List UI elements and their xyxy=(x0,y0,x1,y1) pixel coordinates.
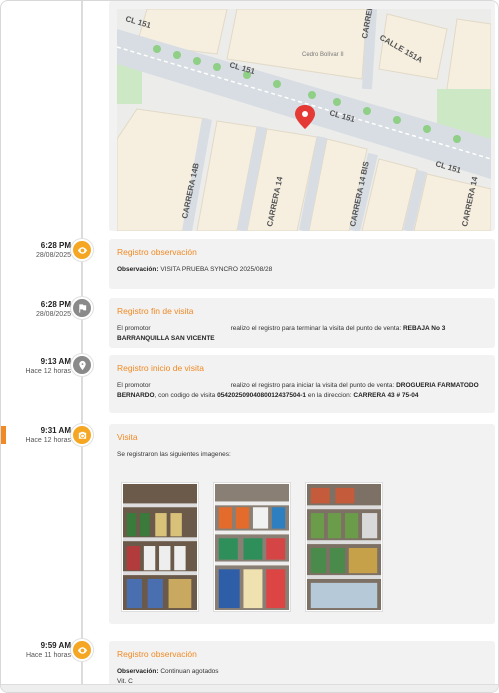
shelf-photo[interactable] xyxy=(305,482,383,612)
map-poi-label: Cedro Bolívar II xyxy=(302,52,344,58)
flag-icon xyxy=(71,297,93,319)
event-body: Observación: VISITA PRUEBA SYNCRO 2025/0… xyxy=(117,266,273,273)
shelf-photo[interactable] xyxy=(213,482,291,612)
timeline-panel: CL 151 CL 151 CL 151 CL 151 CALLE 151A C… xyxy=(0,0,499,693)
event-card-end-visit: Registro fin de visita El promotor realiz… xyxy=(109,298,495,348)
event-title: Registro fin de visita xyxy=(117,306,194,316)
event-time: 9:13 AM Hace 12 horas xyxy=(25,357,71,375)
timeline-line xyxy=(81,1,83,692)
eye-icon xyxy=(71,639,93,661)
event-title: Registro observación xyxy=(117,247,197,257)
event-body: Se registraron las siguientes imagenes: xyxy=(117,451,231,458)
eye-icon xyxy=(71,239,93,261)
event-card-visit-images: Visita Se registraron las siguientes ima… xyxy=(109,424,495,624)
horizontal-scrollbar[interactable] xyxy=(1,684,498,692)
event-title: Registro inicio de visita xyxy=(117,363,204,373)
event-time: 6:28 PM 28/08/2025 xyxy=(35,300,71,318)
event-title: Registro observación xyxy=(117,649,197,659)
image-gallery xyxy=(117,482,487,612)
camera-icon xyxy=(71,424,93,446)
shelf-photo[interactable] xyxy=(121,482,199,612)
event-body: El promotor realizo el registro para inic… xyxy=(117,382,479,399)
event-body: El promotor realizo el registro para term… xyxy=(117,325,446,342)
event-title: Visita xyxy=(117,432,138,442)
event-time: 9:59 AM Hace 11 horas xyxy=(25,641,71,659)
event-card-start-visit: Registro inicio de visita El promotor rea… xyxy=(109,355,495,413)
map-view[interactable]: CL 151 CL 151 CL 151 CL 151 CALLE 151A C… xyxy=(117,9,491,231)
map-card: CL 151 CL 151 CL 151 CL 151 CALLE 151A C… xyxy=(109,1,495,231)
event-card-observation: Registro observación Observación: VISITA… xyxy=(109,239,495,289)
location-pin-icon xyxy=(71,354,93,376)
event-time: 9:31 AM Hace 12 horas xyxy=(25,426,71,444)
event-time: 6:28 PM 28/08/2025 xyxy=(35,241,71,259)
